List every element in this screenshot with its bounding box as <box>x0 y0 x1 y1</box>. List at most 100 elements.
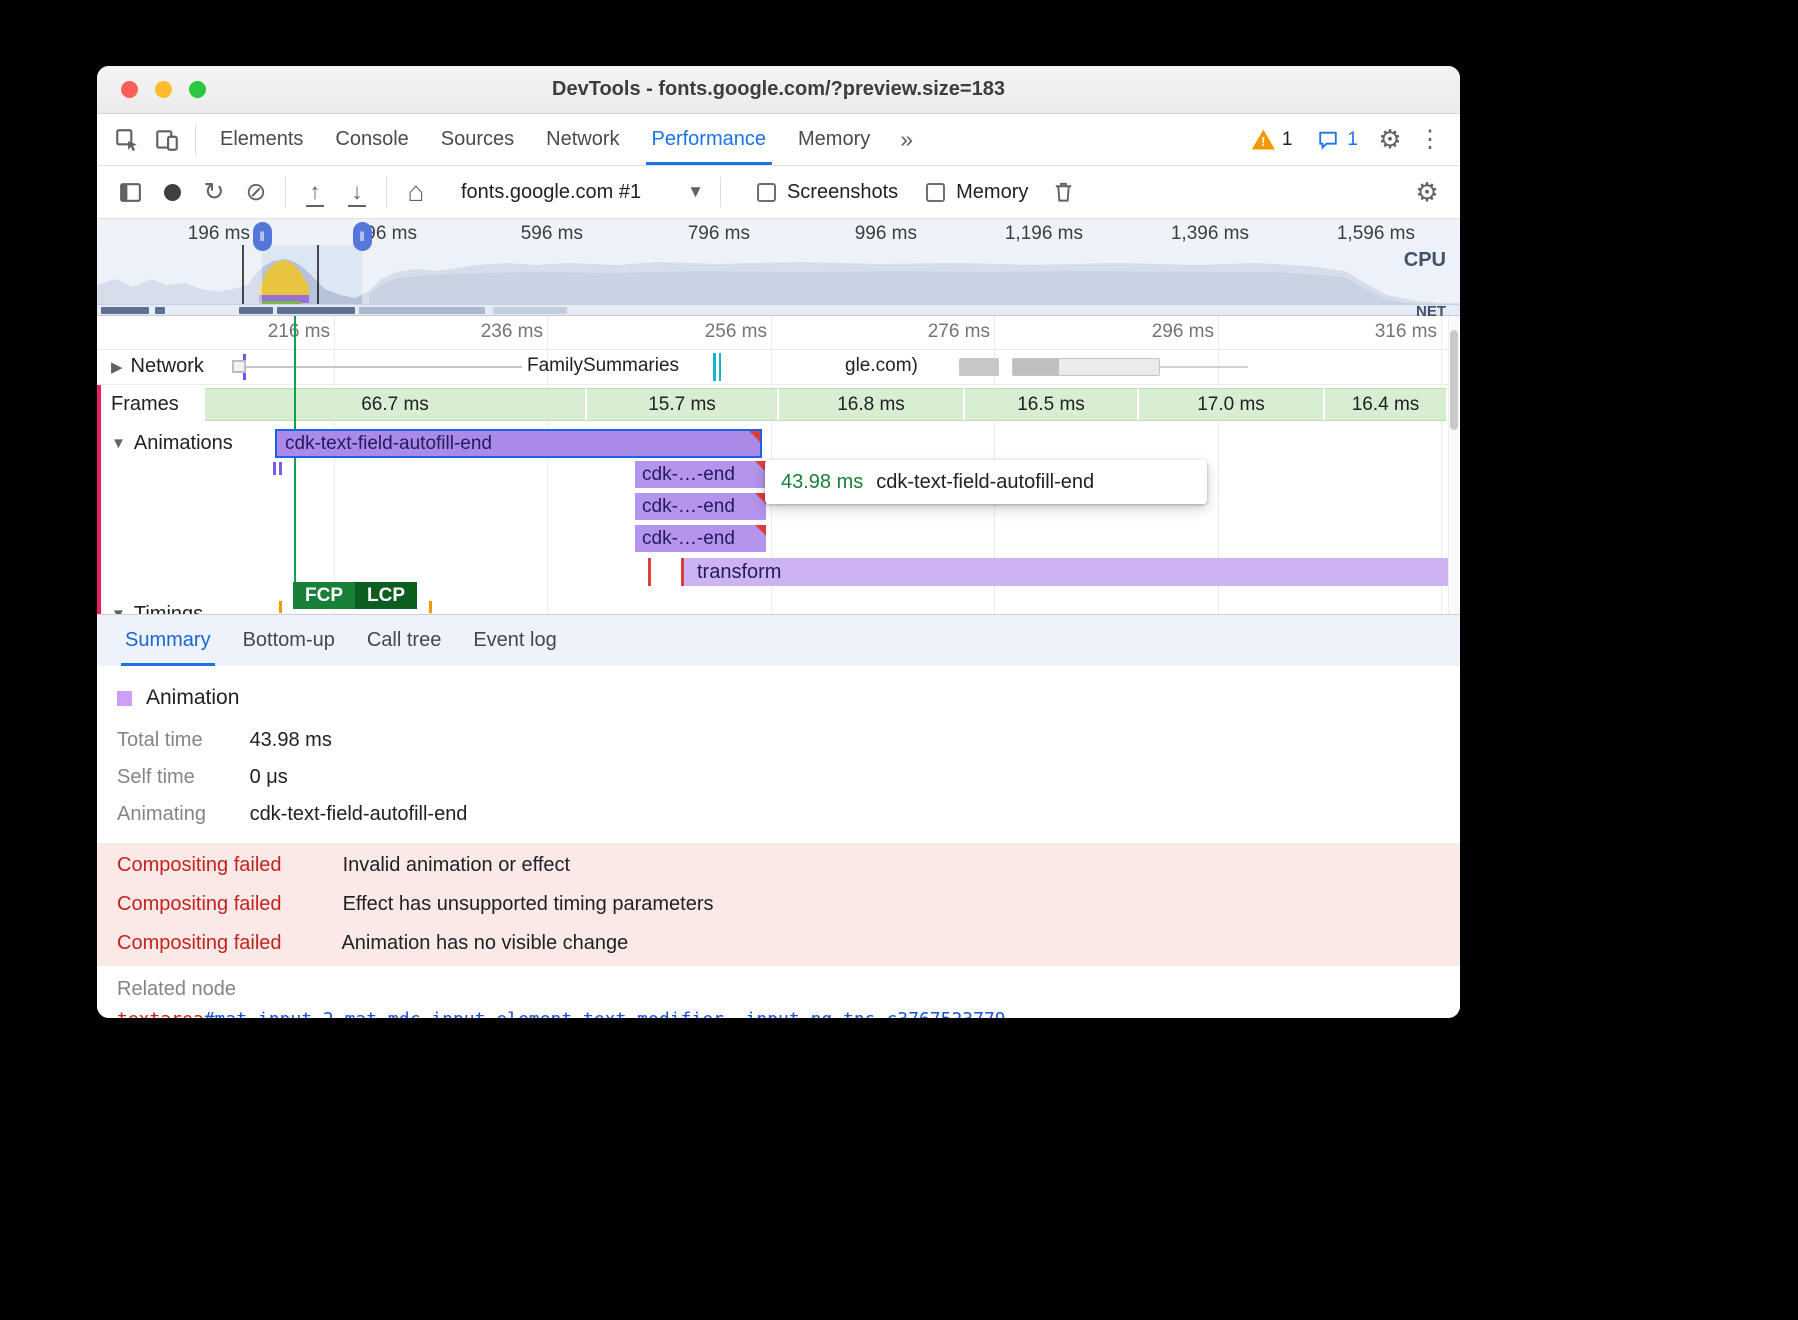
network-request-whisker <box>232 366 522 368</box>
tab-performance[interactable]: Performance <box>636 114 783 165</box>
history-dropdown-label: fonts.google.com #1 <box>461 181 641 204</box>
animations-track-header[interactable]: ▼ Animations <box>111 432 233 455</box>
warning-description: Effect has unsupported timing parameters <box>343 893 714 915</box>
animation-event-bar[interactable]: cdk-…-end <box>635 461 766 488</box>
kebab-menu-button[interactable]: ⋮ <box>1410 120 1450 160</box>
home-button[interactable]: ⌂ <box>395 172 437 212</box>
history-dropdown[interactable]: fonts.google.com #1 ▼ <box>453 181 712 204</box>
network-track-label: Network <box>131 355 204 378</box>
load-profile-button[interactable]: ↑ <box>294 172 336 212</box>
fcp-label: FCP <box>305 585 343 607</box>
transform-animation-bar[interactable]: transform <box>681 558 1448 586</box>
summary-header: Animation <box>97 678 1460 722</box>
frame-segment[interactable]: 15.7 ms <box>585 388 777 421</box>
tab-elements[interactable]: Elements <box>204 114 319 165</box>
warning-count: 1 <box>1282 129 1293 151</box>
net-activity-bar <box>155 307 165 314</box>
network-track-header[interactable]: ▶ Network <box>111 355 204 378</box>
network-request-bar[interactable] <box>1012 358 1160 376</box>
toggle-sidebar-button[interactable] <box>109 172 151 212</box>
more-tabs-button[interactable]: » <box>886 126 927 153</box>
frame-segment[interactable]: 66.7 ms <box>205 388 585 421</box>
timings-track-header[interactable]: ▼ Timings <box>111 603 203 614</box>
animation-event-bar[interactable]: cdk-…-end <box>635 525 766 552</box>
network-overview-lane: NET <box>97 304 1460 315</box>
tab-sources[interactable]: Sources <box>425 114 530 165</box>
summary-row-value: cdk-text-field-autofill-end <box>250 803 468 825</box>
warning-label: Compositing failed <box>117 932 337 955</box>
divider <box>720 177 721 207</box>
overview-dim-right <box>362 245 1460 305</box>
lcp-badge[interactable]: LCP <box>355 582 417 609</box>
chevron-down-icon: ▼ <box>111 435 126 452</box>
device-toolbar-icon <box>154 127 180 153</box>
sidebar-panel-icon <box>118 180 143 205</box>
summary-row: Self time 0 μs <box>97 759 1460 796</box>
close-window-button[interactable] <box>121 81 138 98</box>
fullscreen-window-button[interactable] <box>189 81 206 98</box>
overview-time-label: 1,196 ms <box>991 223 1083 245</box>
tab-label: Summary <box>125 629 211 652</box>
warning-description: Invalid animation or effect <box>343 854 571 876</box>
animation-event-bar-selected[interactable]: cdk-text-field-autofill-end <box>275 429 762 458</box>
summary-pane: Animation Total time 43.98 ms Self time … <box>97 666 1460 1018</box>
frame-segment[interactable]: 16.4 ms <box>1323 388 1446 421</box>
timeline-overview[interactable]: 196 ms 396 ms 596 ms 796 ms 996 ms 1,196… <box>97 219 1460 316</box>
animation-event-bar[interactable]: cdk-…-end <box>635 493 766 520</box>
fcp-badge[interactable]: FCP <box>293 582 355 609</box>
tab-bottom-up[interactable]: Bottom-up <box>227 615 351 666</box>
cpu-overview-chart[interactable] <box>97 245 1460 305</box>
devtools-window: DevTools - fonts.google.com/?preview.siz… <box>97 66 1460 1018</box>
frame-segment[interactable]: 16.8 ms <box>777 388 963 421</box>
window-title: DevTools - fonts.google.com/?preview.siz… <box>552 78 1005 101</box>
tab-summary[interactable]: Summary <box>109 615 227 666</box>
related-node-link[interactable]: textarea#mat-input-2.mat-mdc-input-eleme… <box>97 1003 1460 1018</box>
memory-checkbox[interactable]: Memory <box>926 181 1028 204</box>
tab-label: Sources <box>441 128 514 151</box>
settings-button[interactable]: ⚙ <box>1370 120 1410 160</box>
network-track[interactable]: ▶ Network FamilySummaries gle.com) <box>97 350 1448 385</box>
timing-marker-tick <box>279 601 282 613</box>
frames-track[interactable]: 66.7 ms 15.7 ms 16.8 ms 16.5 ms 17.0 ms … <box>97 388 1448 421</box>
tab-memory[interactable]: Memory <box>782 114 886 165</box>
memory-label: Memory <box>956 181 1028 204</box>
warnings-counter[interactable]: ! 1 <box>1252 129 1293 151</box>
overview-right-drag-handle[interactable]: ‖ <box>353 222 372 251</box>
reload-and-record-button[interactable]: ↻ <box>193 172 235 212</box>
save-profile-button[interactable]: ↓ <box>336 172 378 212</box>
tab-console[interactable]: Console <box>319 114 424 165</box>
record-button[interactable] <box>151 172 193 212</box>
timeline-flamechart[interactable]: 216 ms 236 ms 256 ms 276 ms 296 ms 316 m… <box>97 316 1460 614</box>
net-activity-bar <box>101 307 149 314</box>
clear-recording-button[interactable]: ⊘ <box>235 172 277 212</box>
minimize-window-button[interactable] <box>155 81 172 98</box>
frame-duration-label: 66.7 ms <box>361 394 429 416</box>
tab-call-tree[interactable]: Call tree <box>351 615 457 666</box>
frame-duration-label: 16.8 ms <box>837 394 905 416</box>
warning-description: Animation has no visible change <box>341 932 628 954</box>
summary-row: Animating cdk-text-field-autofill-end <box>97 796 1460 833</box>
frame-duration-label: 17.0 ms <box>1197 394 1265 416</box>
tab-event-log[interactable]: Event log <box>457 615 572 666</box>
inspect-element-button[interactable] <box>107 120 147 160</box>
frame-duration-label: 16.5 ms <box>1017 394 1085 416</box>
ruler-time-label: 256 ms <box>667 321 767 343</box>
collect-garbage-button[interactable] <box>1042 172 1084 212</box>
tab-network[interactable]: Network <box>530 114 635 165</box>
capture-settings-button[interactable]: ⚙ <box>1406 172 1448 212</box>
issues-counter[interactable]: 1 <box>1316 129 1358 151</box>
chevron-right-icon: ▶ <box>111 358 123 376</box>
overview-time-label: 996 ms <box>825 223 917 245</box>
frame-segment[interactable]: 17.0 ms <box>1137 388 1323 421</box>
timeline-scrollbar[interactable] <box>1448 316 1460 614</box>
overview-left-drag-handle[interactable]: ‖ <box>253 222 272 251</box>
scrollbar-thumb[interactable] <box>1450 330 1458 430</box>
device-toolbar-button[interactable] <box>147 120 187 160</box>
network-request-bar[interactable] <box>959 358 999 376</box>
inspect-icon <box>114 127 140 153</box>
net-activity-bar <box>239 307 273 314</box>
frame-segment[interactable]: 16.5 ms <box>963 388 1137 421</box>
chevron-down-icon: ▼ <box>111 606 126 614</box>
screenshots-checkbox[interactable]: Screenshots <box>757 181 898 204</box>
tooltip-duration: 43.98 ms <box>781 471 863 494</box>
